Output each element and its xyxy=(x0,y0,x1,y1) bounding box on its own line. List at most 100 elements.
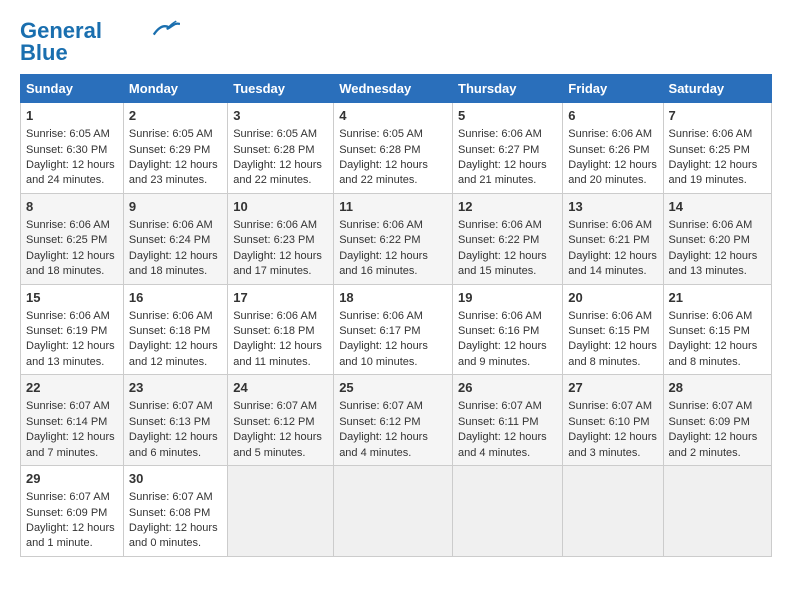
daylight: Daylight: 12 hours and 19 minutes. xyxy=(669,159,758,186)
sunrise: Sunrise: 6:07 AM xyxy=(669,400,753,412)
sunset: Sunset: 6:12 PM xyxy=(233,416,314,428)
daylight: Daylight: 12 hours and 13 minutes. xyxy=(26,340,115,367)
sunrise: Sunrise: 6:05 AM xyxy=(26,128,110,140)
sunrise: Sunrise: 6:06 AM xyxy=(568,310,652,322)
day-number: 17 xyxy=(233,289,328,307)
day-number: 15 xyxy=(26,289,118,307)
sunset: Sunset: 6:08 PM xyxy=(129,507,210,519)
day-number: 28 xyxy=(669,379,766,397)
day-cell xyxy=(228,466,334,557)
header-cell-saturday: Saturday xyxy=(663,75,771,103)
day-cell: 24Sunrise: 6:07 AMSunset: 6:12 PMDayligh… xyxy=(228,375,334,466)
sunrise: Sunrise: 6:06 AM xyxy=(458,219,542,231)
day-cell: 14Sunrise: 6:06 AMSunset: 6:20 PMDayligh… xyxy=(663,193,771,284)
daylight: Daylight: 12 hours and 21 minutes. xyxy=(458,159,547,186)
day-cell: 4Sunrise: 6:05 AMSunset: 6:28 PMDaylight… xyxy=(334,103,453,194)
daylight: Daylight: 12 hours and 11 minutes. xyxy=(233,340,322,367)
sunrise: Sunrise: 6:06 AM xyxy=(26,310,110,322)
day-cell: 16Sunrise: 6:06 AMSunset: 6:18 PMDayligh… xyxy=(123,284,227,375)
day-number: 20 xyxy=(568,289,657,307)
sunset: Sunset: 6:19 PM xyxy=(26,325,107,337)
header-cell-monday: Monday xyxy=(123,75,227,103)
sunset: Sunset: 6:30 PM xyxy=(26,144,107,156)
sunset: Sunset: 6:15 PM xyxy=(669,325,750,337)
sunset: Sunset: 6:25 PM xyxy=(669,144,750,156)
daylight: Daylight: 12 hours and 15 minutes. xyxy=(458,250,547,277)
day-cell: 15 Sunrise: 6:06 AM Sunset: 6:19 PM Dayligh… xyxy=(21,284,124,375)
day-cell: 2Sunrise: 6:05 AMSunset: 6:29 PMDaylight… xyxy=(123,103,227,194)
sunrise: Sunrise: 6:06 AM xyxy=(568,128,652,140)
sunset: Sunset: 6:17 PM xyxy=(339,325,420,337)
day-cell: 13Sunrise: 6:06 AMSunset: 6:21 PMDayligh… xyxy=(563,193,663,284)
day-number: 24 xyxy=(233,379,328,397)
sunrise: Sunrise: 6:05 AM xyxy=(339,128,423,140)
day-cell: 18Sunrise: 6:06 AMSunset: 6:17 PMDayligh… xyxy=(334,284,453,375)
sunset: Sunset: 6:11 PM xyxy=(458,416,539,428)
logo: General Blue xyxy=(20,20,180,64)
daylight: Daylight: 12 hours and 4 minutes. xyxy=(458,431,547,458)
day-cell: 20Sunrise: 6:06 AMSunset: 6:15 PMDayligh… xyxy=(563,284,663,375)
sunset: Sunset: 6:28 PM xyxy=(233,144,314,156)
header-cell-friday: Friday xyxy=(563,75,663,103)
day-number: 10 xyxy=(233,198,328,216)
sunrise: Sunrise: 6:06 AM xyxy=(339,219,423,231)
day-number: 7 xyxy=(669,107,766,125)
sunset: Sunset: 6:28 PM xyxy=(339,144,420,156)
day-cell: 3Sunrise: 6:05 AMSunset: 6:28 PMDaylight… xyxy=(228,103,334,194)
day-number: 5 xyxy=(458,107,557,125)
day-cell: 6Sunrise: 6:06 AMSunset: 6:26 PMDaylight… xyxy=(563,103,663,194)
daylight: Daylight: 12 hours and 22 minutes. xyxy=(233,159,322,186)
day-cell: 5Sunrise: 6:06 AMSunset: 6:27 PMDaylight… xyxy=(453,103,563,194)
daylight: Daylight: 12 hours and 1 minute. xyxy=(26,522,115,549)
sunrise: Sunrise: 6:07 AM xyxy=(26,400,110,412)
sunset: Sunset: 6:12 PM xyxy=(339,416,420,428)
day-cell xyxy=(453,466,563,557)
sunset: Sunset: 6:09 PM xyxy=(669,416,750,428)
sunrise: Sunrise: 6:06 AM xyxy=(669,128,753,140)
day-cell: 10Sunrise: 6:06 AMSunset: 6:23 PMDayligh… xyxy=(228,193,334,284)
sunset: Sunset: 6:13 PM xyxy=(129,416,210,428)
day-cell: 27Sunrise: 6:07 AMSunset: 6:10 PMDayligh… xyxy=(563,375,663,466)
sunrise: Sunrise: 6:06 AM xyxy=(233,310,317,322)
day-number: 4 xyxy=(339,107,447,125)
day-cell: 12Sunrise: 6:06 AMSunset: 6:22 PMDayligh… xyxy=(453,193,563,284)
logo-icon xyxy=(150,19,180,39)
header-cell-tuesday: Tuesday xyxy=(228,75,334,103)
day-number: 19 xyxy=(458,289,557,307)
daylight: Daylight: 12 hours and 3 minutes. xyxy=(568,431,657,458)
day-number: 18 xyxy=(339,289,447,307)
day-number: 6 xyxy=(568,107,657,125)
day-number: 2 xyxy=(129,107,222,125)
day-number: 9 xyxy=(129,198,222,216)
day-number: 22 xyxy=(26,379,118,397)
week-row-3: 15 Sunrise: 6:06 AM Sunset: 6:19 PM Dayligh… xyxy=(21,284,772,375)
day-cell: 19Sunrise: 6:06 AMSunset: 6:16 PMDayligh… xyxy=(453,284,563,375)
week-row-1: 1Sunrise: 6:05 AMSunset: 6:30 PMDaylight… xyxy=(21,103,772,194)
daylight: Daylight: 12 hours and 16 minutes. xyxy=(339,250,428,277)
daylight: Daylight: 12 hours and 10 minutes. xyxy=(339,340,428,367)
day-cell: 1Sunrise: 6:05 AMSunset: 6:30 PMDaylight… xyxy=(21,103,124,194)
logo-text-blue: Blue xyxy=(20,42,68,64)
daylight: Daylight: 12 hours and 7 minutes. xyxy=(26,431,115,458)
sunrise: Sunrise: 6:07 AM xyxy=(339,400,423,412)
sunrise: Sunrise: 6:07 AM xyxy=(26,491,110,503)
day-number: 21 xyxy=(669,289,766,307)
daylight: Daylight: 12 hours and 20 minutes. xyxy=(568,159,657,186)
day-cell: 9Sunrise: 6:06 AMSunset: 6:24 PMDaylight… xyxy=(123,193,227,284)
sunset: Sunset: 6:09 PM xyxy=(26,507,107,519)
sunset: Sunset: 6:16 PM xyxy=(458,325,539,337)
week-row-5: 29Sunrise: 6:07 AMSunset: 6:09 PMDayligh… xyxy=(21,466,772,557)
sunrise: Sunrise: 6:07 AM xyxy=(568,400,652,412)
sunset: Sunset: 6:24 PM xyxy=(129,234,210,246)
sunset: Sunset: 6:14 PM xyxy=(26,416,107,428)
sunrise: Sunrise: 6:06 AM xyxy=(458,310,542,322)
day-number: 12 xyxy=(458,198,557,216)
daylight: Daylight: 12 hours and 12 minutes. xyxy=(129,340,218,367)
sunrise: Sunrise: 6:06 AM xyxy=(26,219,110,231)
sunset: Sunset: 6:21 PM xyxy=(568,234,649,246)
daylight: Daylight: 12 hours and 14 minutes. xyxy=(568,250,657,277)
day-cell: 17Sunrise: 6:06 AMSunset: 6:18 PMDayligh… xyxy=(228,284,334,375)
day-cell: 7 Sunrise: 6:06 AM Sunset: 6:25 PM Daylight… xyxy=(663,103,771,194)
day-number: 26 xyxy=(458,379,557,397)
sunrise: Sunrise: 6:06 AM xyxy=(129,219,213,231)
